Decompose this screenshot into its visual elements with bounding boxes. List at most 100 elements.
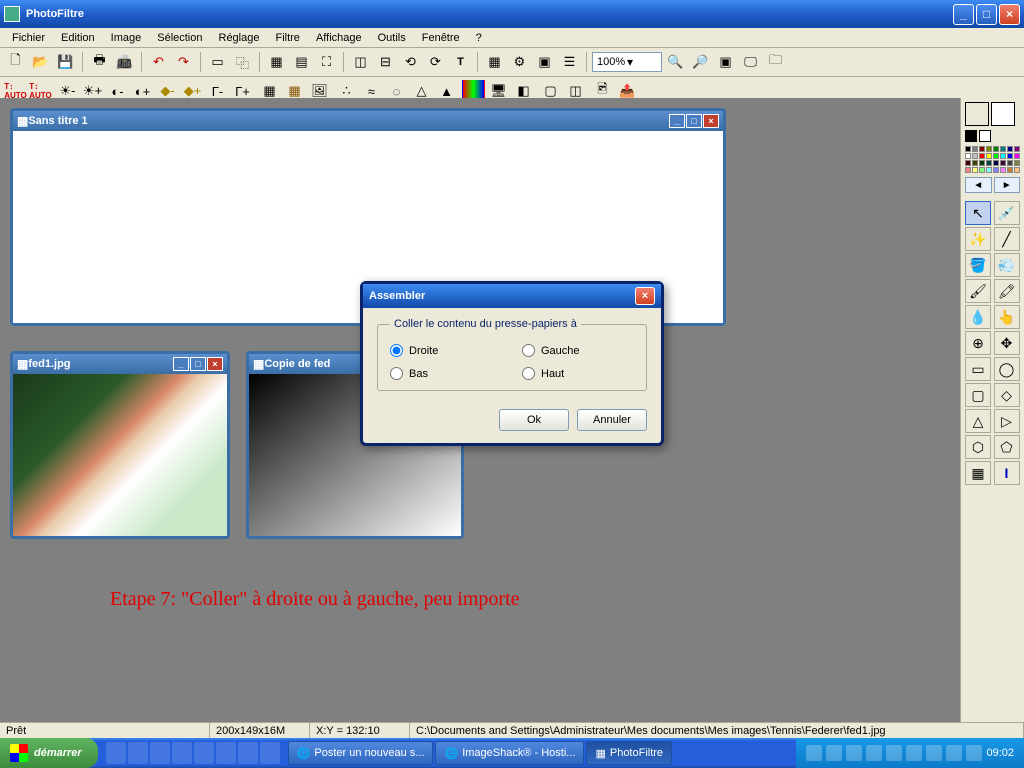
redo-icon[interactable]: ↷ (172, 51, 195, 73)
rotate-left-icon[interactable]: ⟲ (399, 51, 422, 73)
palette-color[interactable] (1007, 160, 1013, 166)
tray-icon[interactable] (926, 745, 942, 761)
palette-color[interactable] (972, 160, 978, 166)
palette-next-icon[interactable]: ► (994, 177, 1021, 193)
open-icon[interactable]: 📂 (29, 51, 52, 73)
tray-icon[interactable] (806, 745, 822, 761)
palette-color[interactable] (993, 153, 999, 159)
copy-icon[interactable]: ⿻ (231, 51, 254, 73)
triangle2-shape-icon[interactable]: ▷ (994, 409, 1020, 433)
task-poster[interactable]: 🌐 Poster un nouveau s... (288, 741, 434, 765)
tray-icon[interactable] (886, 745, 902, 761)
grid-icon[interactable]: ▤ (290, 51, 313, 73)
mdi-minimize-icon[interactable]: _ (173, 357, 189, 371)
ql-icon[interactable] (238, 742, 258, 764)
menu-image[interactable]: Image (103, 30, 150, 46)
clone-tool-icon[interactable]: ⊕ (965, 331, 991, 355)
scroll-tool-icon[interactable]: ✥ (994, 331, 1020, 355)
symmetry-v-icon[interactable]: ⊟ (374, 51, 397, 73)
brush-tool-icon[interactable]: 🖌 (965, 279, 991, 303)
roundrect-shape-icon[interactable]: ▢ (965, 383, 991, 407)
palette-color[interactable] (972, 153, 978, 159)
palette-color[interactable] (979, 160, 985, 166)
undo-icon[interactable]: ↶ (147, 51, 170, 73)
small-swatch-2[interactable] (979, 130, 991, 142)
ql-icon[interactable] (194, 742, 214, 764)
triangle-shape-icon[interactable]: △ (965, 409, 991, 433)
fit-window-icon[interactable]: ▣ (714, 51, 737, 73)
palette-color[interactable] (972, 146, 978, 152)
advbrush-tool-icon[interactable]: 🖍 (994, 279, 1020, 303)
document-window-fed1[interactable]: ▦ fed1.jpg _ □ × (10, 351, 230, 539)
tray-icon[interactable] (866, 745, 882, 761)
palette-color[interactable] (986, 167, 992, 173)
resize-icon[interactable]: ⛶ (315, 51, 338, 73)
palette-color[interactable] (1007, 153, 1013, 159)
dialog-close-icon[interactable]: × (635, 287, 655, 305)
maximize-button[interactable]: □ (976, 4, 997, 25)
diamond-shape-icon[interactable]: ◇ (994, 383, 1020, 407)
palette-color[interactable] (1007, 167, 1013, 173)
palette-color[interactable] (986, 160, 992, 166)
menu-help[interactable]: ? (468, 30, 490, 46)
tray-icon[interactable] (946, 745, 962, 761)
pipette-tool-icon[interactable]: 💉 (994, 201, 1020, 225)
palette-color[interactable] (972, 167, 978, 173)
menu-outils[interactable]: Outils (370, 30, 414, 46)
fill-tool-icon[interactable]: 🪣 (965, 253, 991, 277)
ok-button[interactable]: Ok (499, 409, 569, 431)
ql-icon[interactable] (106, 742, 126, 764)
palette-color[interactable] (1014, 153, 1020, 159)
palette-color[interactable] (1000, 160, 1006, 166)
text-mask-icon[interactable]: I (994, 461, 1020, 485)
start-button[interactable]: démarrer (0, 738, 98, 768)
rect-shape-icon[interactable]: ▭ (965, 357, 991, 381)
palette-prev-icon[interactable]: ◄ (965, 177, 992, 193)
zoom-out-icon[interactable]: 🔎 (689, 51, 712, 73)
tray-icon[interactable] (846, 745, 862, 761)
quicklaunch[interactable] (106, 742, 280, 764)
pointer-tool-icon[interactable]: ↖ (965, 201, 991, 225)
palette-color[interactable] (986, 153, 992, 159)
small-swatch-1[interactable] (965, 130, 977, 142)
ql-icon[interactable] (260, 742, 280, 764)
close-button[interactable]: × (999, 4, 1020, 25)
fullscreen-icon[interactable]: 🖵 (739, 51, 762, 73)
palette-color[interactable] (1014, 167, 1020, 173)
polygon-tool-icon[interactable]: ⬠ (994, 435, 1020, 459)
new-icon[interactable]: 🗋 (4, 51, 27, 73)
blur-tool-icon[interactable]: 💧 (965, 305, 991, 329)
radio-bas[interactable]: Bas (390, 367, 502, 380)
zoom-select[interactable]: 100%▾ (592, 52, 662, 72)
menu-fenetre[interactable]: Fenêtre (414, 30, 468, 46)
rect-sel-icon[interactable]: ▭ (206, 51, 229, 73)
minimize-button[interactable]: _ (953, 4, 974, 25)
text-icon[interactable]: T (449, 51, 472, 73)
palette-color[interactable] (993, 146, 999, 152)
palette-color[interactable] (986, 146, 992, 152)
palette-color[interactable] (1000, 167, 1006, 173)
palette-color[interactable] (993, 160, 999, 166)
cancel-button[interactable]: Annuler (577, 409, 647, 431)
palette-color[interactable] (1014, 146, 1020, 152)
mdi-close-icon[interactable]: × (703, 114, 719, 128)
palette-color[interactable] (965, 160, 971, 166)
palette-color[interactable] (1014, 160, 1020, 166)
options-icon[interactable]: ▦ (965, 461, 991, 485)
menu-selection[interactable]: Sélection (149, 30, 210, 46)
mdi-maximize-icon[interactable]: □ (190, 357, 206, 371)
prefs-icon[interactable]: ☰ (558, 51, 581, 73)
symmetry-h-icon[interactable]: ◫ (349, 51, 372, 73)
save-icon[interactable]: 💾 (54, 51, 77, 73)
palette-color[interactable] (965, 146, 971, 152)
explorer-icon[interactable]: 🗀 (764, 51, 787, 73)
tray-icon[interactable] (906, 745, 922, 761)
rgb-icon[interactable]: ▦ (265, 51, 288, 73)
line-tool-icon[interactable]: ╱ (994, 227, 1020, 251)
task-photofiltre[interactable]: ▦ PhotoFiltre (586, 741, 672, 765)
spray-tool-icon[interactable]: 💨 (994, 253, 1020, 277)
menu-affichage[interactable]: Affichage (308, 30, 370, 46)
task-imageshack[interactable]: 🌐 ImageShack® - Hosti... (435, 741, 584, 765)
mdi-minimize-icon[interactable]: _ (669, 114, 685, 128)
zoom-in-icon[interactable]: 🔍 (664, 51, 687, 73)
